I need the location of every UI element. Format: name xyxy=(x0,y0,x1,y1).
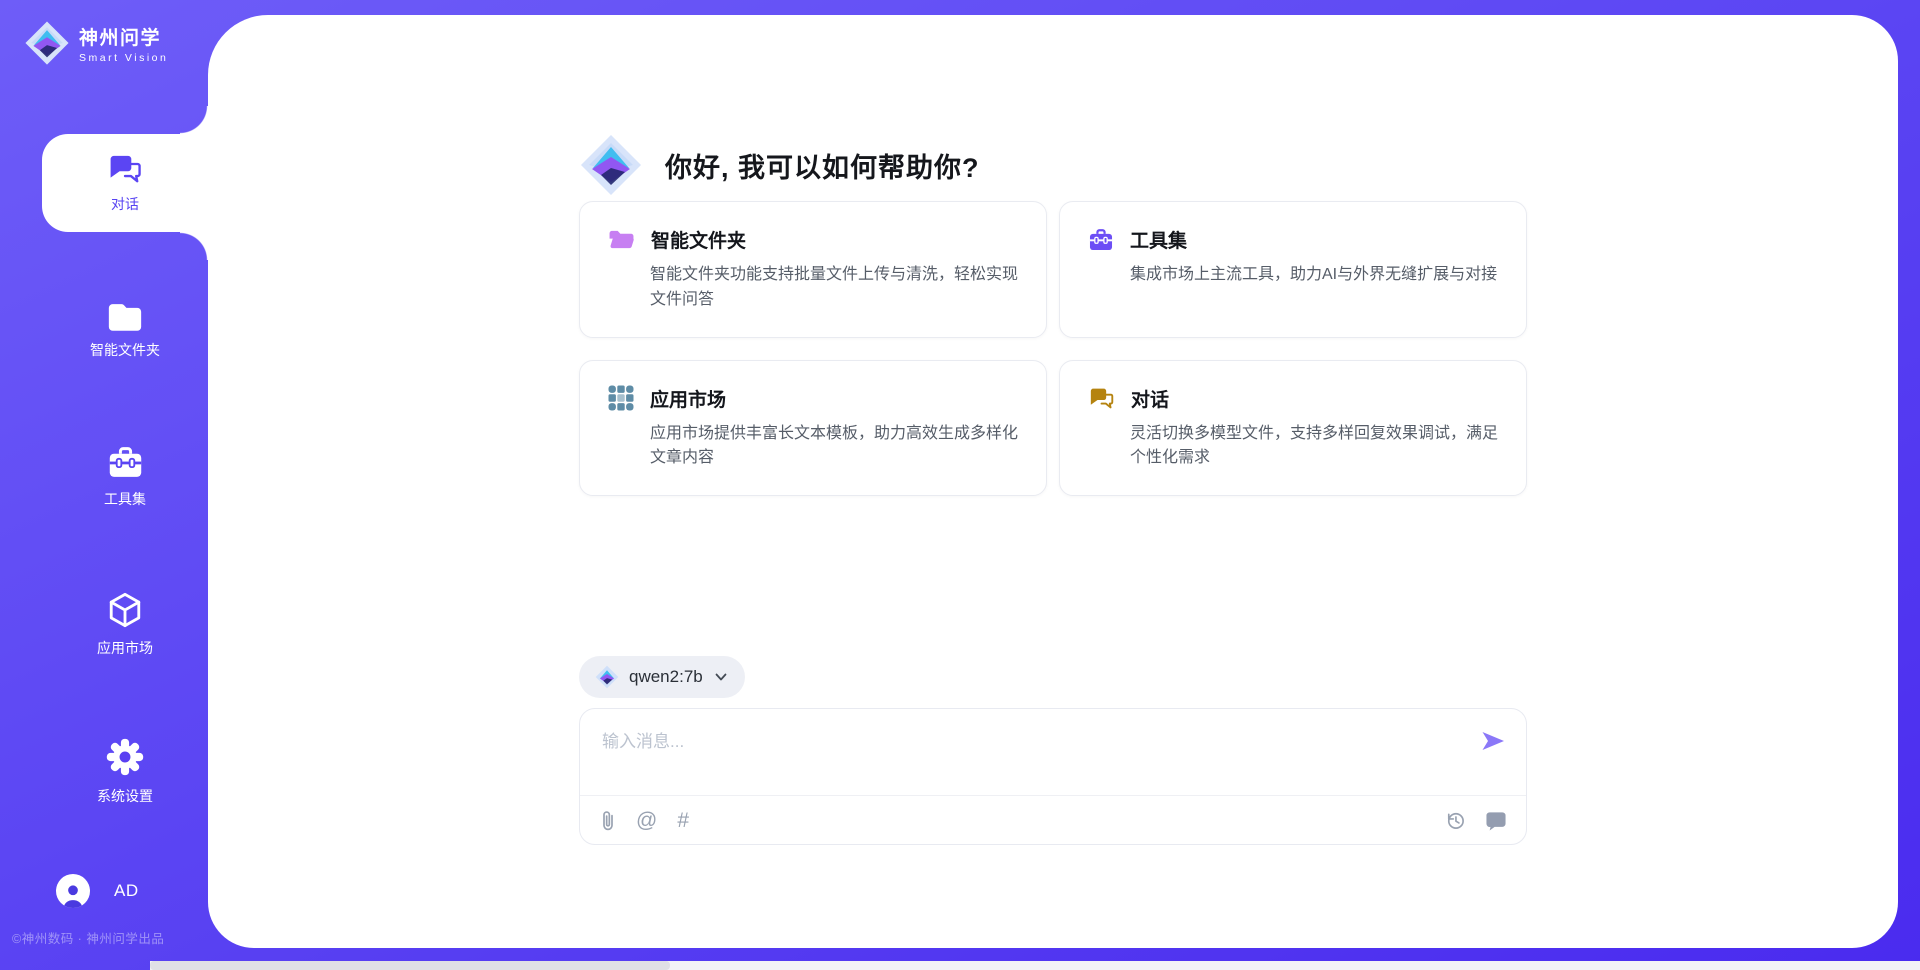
grid-icon xyxy=(608,385,634,411)
card-title: 智能文件夹 xyxy=(651,226,746,253)
composer-toolbar: @ # xyxy=(580,796,1526,844)
card-description: 集成市场上主流工具，助力AI与外界无缝扩展与对接 xyxy=(1130,263,1498,288)
sidebar-item-label: 系统设置 xyxy=(97,786,153,806)
history-button[interactable] xyxy=(1445,810,1466,831)
card-description: 智能文件夹功能支持批量文件上传与清洗，轻松实现文件问答 xyxy=(650,263,1018,313)
sidebar-item-settings[interactable]: 系统设置 xyxy=(42,722,208,820)
card-description: 灵活切换多模型文件，支持多样回复效果调试，满足个性化需求 xyxy=(1130,422,1498,472)
feature-cards: 智能文件夹 智能文件夹功能支持批量文件上传与清洗，轻松实现文件问答 xyxy=(579,201,1527,496)
card-description: 应用市场提供丰富长文本模板，助力高效生成多样化文章内容 xyxy=(650,422,1018,472)
new-chat-button[interactable] xyxy=(1486,810,1506,831)
folder-icon xyxy=(106,300,144,331)
sidebar: 神州问学 Smart Vision 对话 智能文件夹 xyxy=(0,0,208,970)
card-title: 工具集 xyxy=(1130,226,1187,253)
user-profile[interactable]: AD xyxy=(56,874,139,908)
sidebar-item-smart-folder[interactable]: 智能文件夹 xyxy=(42,281,208,379)
message-composer: 输入消息... @ # xyxy=(579,708,1527,845)
chat-icon xyxy=(107,152,143,185)
mention-button[interactable]: @ xyxy=(636,810,657,831)
message-input[interactable]: 输入消息... xyxy=(580,709,1526,796)
send-icon xyxy=(1480,741,1506,756)
sidebar-item-label: 智能文件夹 xyxy=(90,340,160,360)
model-name: qwen2:7b xyxy=(629,667,703,687)
card-toolset[interactable]: 工具集 集成市场上主流工具，助力AI与外界无缝扩展与对接 xyxy=(1059,201,1527,338)
sidebar-item-label: 对话 xyxy=(111,194,139,214)
greeting-block: 你好, 我可以如何帮助你? xyxy=(579,15,1527,165)
chat-icon xyxy=(1088,386,1115,410)
brand-diamond-icon xyxy=(24,20,70,66)
card-chat[interactable]: 对话 灵活切换多模型文件，支持多样回复效果调试，满足个性化需求 xyxy=(1059,360,1527,497)
paperclip-icon xyxy=(600,808,616,833)
greeting-text: 你好, 我可以如何帮助你? xyxy=(665,146,980,185)
card-smart-folder[interactable]: 智能文件夹 智能文件夹功能支持批量文件上传与清洗，轻松实现文件问答 xyxy=(579,201,1047,338)
sidebar-item-chat[interactable]: 对话 xyxy=(42,134,208,232)
chat-bubble-icon xyxy=(1486,810,1506,831)
card-title: 对话 xyxy=(1131,385,1169,412)
scrollbar-thumb[interactable] xyxy=(150,961,670,970)
brand-subtitle: Smart Vision xyxy=(79,52,168,64)
chevron-down-icon xyxy=(713,669,729,685)
at-icon: @ xyxy=(636,810,657,831)
main-content: 你好, 我可以如何帮助你? 智能文件夹 智能文件夹功能支持批量文件上传与清洗，轻… xyxy=(208,15,1898,948)
history-icon xyxy=(1445,810,1466,831)
hash-icon: # xyxy=(677,810,689,831)
card-title: 应用市场 xyxy=(650,385,726,412)
sidebar-item-label: 应用市场 xyxy=(97,638,153,658)
card-app-market[interactable]: 应用市场 应用市场提供丰富长文本模板，助力高效生成多样化文章内容 xyxy=(579,360,1047,497)
copyright: ©神州数码 · 神州问学出品 xyxy=(12,928,164,947)
sidebar-item-label: 工具集 xyxy=(104,489,146,509)
horizontal-scrollbar[interactable] xyxy=(150,961,1920,970)
model-selector[interactable]: qwen2:7b xyxy=(579,656,745,698)
user-initials: AD xyxy=(114,881,139,901)
assistant-diamond-icon xyxy=(579,133,643,197)
cube-icon xyxy=(106,591,144,629)
sidebar-item-app-market[interactable]: 应用市场 xyxy=(42,575,208,673)
app: { "brand": { "name": "神州问学", "subtitle":… xyxy=(0,0,1920,970)
brand: 神州问学 Smart Vision xyxy=(24,20,168,66)
briefcase-icon xyxy=(1088,228,1114,252)
avatar xyxy=(56,874,90,908)
send-button[interactable] xyxy=(1480,729,1506,753)
model-diamond-icon xyxy=(595,665,619,689)
sidebar-item-toolset[interactable]: 工具集 xyxy=(42,428,208,526)
input-placeholder: 输入消息... xyxy=(602,732,684,751)
topic-button[interactable]: # xyxy=(677,810,689,831)
briefcase-icon xyxy=(107,445,144,480)
gear-icon xyxy=(105,737,145,777)
brand-name: 神州问学 xyxy=(79,23,168,50)
attach-button[interactable] xyxy=(600,808,616,833)
folder-icon xyxy=(608,229,635,251)
